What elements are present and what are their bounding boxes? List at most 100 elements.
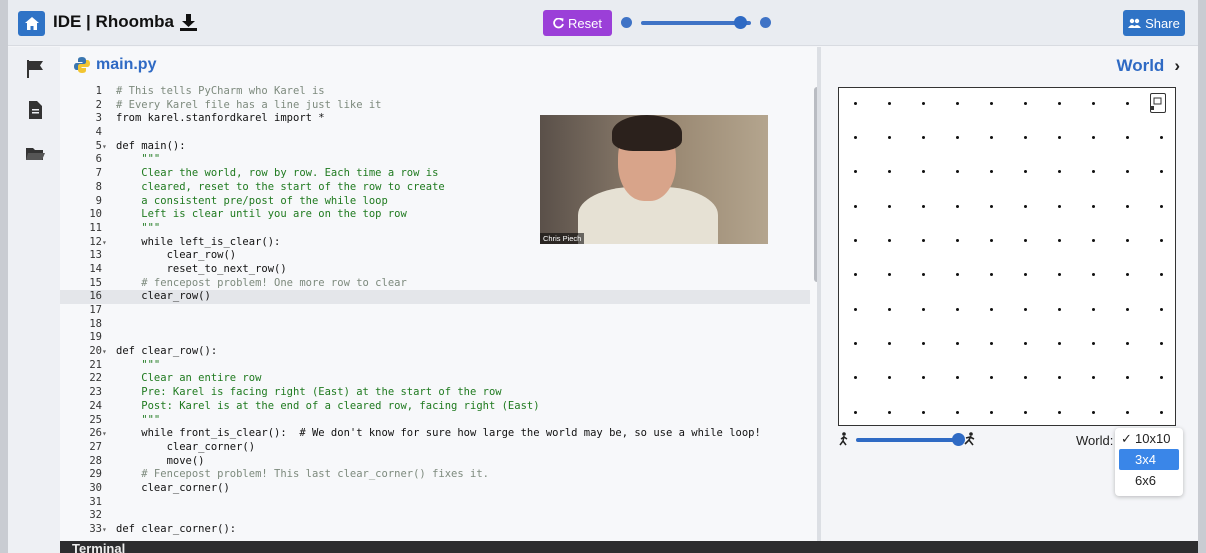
grid-corner-dot	[1159, 307, 1163, 311]
grid-corner-dot	[921, 238, 925, 242]
line-number: 17	[89, 304, 102, 316]
code-line[interactable]: 1 # This tells PyCharm who Karel is	[60, 85, 810, 99]
grid-corner-dot	[989, 170, 993, 174]
world-title: World	[1116, 56, 1165, 75]
code-line[interactable]: 2 # Every Karel file has a line just like…	[60, 99, 810, 113]
code-line[interactable]: 26▾ while front_is_clear(): # We don't k…	[60, 427, 810, 441]
code-line[interactable]: 31	[60, 496, 810, 510]
code-text: clear_corner()	[116, 440, 256, 453]
line-number: 5	[95, 139, 102, 152]
code-line[interactable]: 22 Clear an entire row	[60, 372, 810, 386]
grid-corner-dot	[887, 135, 891, 139]
code-text: """	[116, 153, 161, 166]
grid-corner-dot	[853, 410, 857, 414]
code-line[interactable]: 21 """	[60, 359, 810, 373]
code-line[interactable]: 32	[60, 509, 810, 523]
code-line[interactable]: 13 clear_row()	[60, 249, 810, 263]
grid-corner-dot	[955, 101, 959, 105]
grid-corner-dot	[853, 204, 857, 208]
code-line[interactable]: 28 move()	[60, 455, 810, 469]
grid-corner-dot	[1057, 341, 1061, 345]
world-option[interactable]: 6x6	[1115, 470, 1183, 491]
grid-corner-dot	[989, 273, 993, 277]
file-tab[interactable]: main.py	[74, 56, 156, 74]
line-number: 21	[89, 358, 102, 371]
world-size-dropdown[interactable]: ✓ 10x10 3x4 6x6	[1115, 428, 1183, 496]
fold-arrow-icon[interactable]: ▾	[102, 236, 116, 250]
line-number: 24	[89, 399, 102, 412]
code-line[interactable]: 30 clear_corner()	[60, 482, 810, 496]
grid-corner-dot	[887, 410, 891, 414]
file-icon[interactable]	[25, 100, 45, 120]
grid-corner-dot	[989, 101, 993, 105]
reset-label: Reset	[568, 15, 602, 31]
chevron-right-icon[interactable]: ›	[1174, 56, 1180, 76]
terminal-bar[interactable]: Terminal	[60, 541, 1198, 553]
code-line[interactable]: 18	[60, 318, 810, 332]
fold-arrow-icon[interactable]: ▾	[102, 345, 116, 359]
fold-arrow-icon[interactable]: ▾	[102, 427, 116, 441]
line-number: 19	[89, 331, 102, 344]
grid-corner-dot	[921, 204, 925, 208]
code-line[interactable]: 14 reset_to_next_row()	[60, 263, 810, 277]
grid-corner-dot	[921, 376, 925, 380]
line-number: 7	[95, 167, 102, 180]
grid-corner-dot	[853, 238, 857, 242]
grid-corner-dot	[1159, 170, 1163, 174]
reset-button[interactable]: Reset	[543, 10, 612, 36]
line-number: 3	[95, 112, 102, 125]
world-option-label: 3x4	[1135, 452, 1156, 467]
speed-thumb[interactable]	[734, 16, 747, 29]
code-line[interactable]: 29 # Fencepost problem! This last clear_…	[60, 468, 810, 482]
grid-corner-dot	[921, 135, 925, 139]
grid-corner-dot	[1159, 341, 1163, 345]
grid-corner-dot	[1057, 410, 1061, 414]
code-line[interactable]: 25 """	[60, 414, 810, 428]
code-line[interactable]: 16 clear_row()	[60, 290, 810, 304]
code-line[interactable]: 23 Pre: Karel is facing right (East) at …	[60, 386, 810, 400]
grid-corner-dot	[921, 307, 925, 311]
code-text: Left is clear until you are on the top r…	[116, 208, 407, 221]
code-line[interactable]: 33▾ def clear_corner():	[60, 523, 810, 537]
world-option[interactable]: ✓ 10x10	[1115, 428, 1183, 449]
code-line[interactable]: 24 Post: Karel is at the end of a cleare…	[60, 400, 810, 414]
code-text: a consistent pre/post of the while loop	[116, 194, 388, 207]
line-number: 18	[89, 317, 102, 330]
grid-corner-dot	[989, 341, 993, 345]
grid-corner-dot	[1091, 273, 1095, 277]
share-button[interactable]: Share	[1123, 10, 1185, 36]
download-icon[interactable]	[179, 13, 197, 31]
grid-corner-dot	[853, 135, 857, 139]
code-line[interactable]: 27 clear_corner()	[60, 441, 810, 455]
code-line[interactable]: 15 # fencepost problem! One more row to …	[60, 277, 810, 291]
code-line[interactable]: 20▾ def clear_row():	[60, 345, 810, 359]
code-text: Clear the world, row by row. Each time a…	[116, 167, 439, 180]
animation-track[interactable]	[856, 438, 958, 442]
grid-corner-dot	[1023, 238, 1027, 242]
grid-corner-dot	[1125, 307, 1129, 311]
grid-corner-dot	[989, 238, 993, 242]
grid-corner-dot	[1057, 307, 1061, 311]
line-number: 28	[89, 454, 102, 467]
line-number: 25	[89, 413, 102, 426]
flag-icon[interactable]	[25, 59, 45, 79]
grid-corner-dot	[955, 170, 959, 174]
folder-icon[interactable]	[25, 144, 45, 164]
grid-corner-dot	[1125, 204, 1129, 208]
grid-corner-dot	[921, 341, 925, 345]
code-text: def clear_corner():	[116, 523, 237, 535]
animation-slider[interactable]	[838, 432, 978, 448]
code-line[interactable]: 17	[60, 304, 810, 318]
world-header[interactable]: World ›	[1116, 56, 1180, 76]
speed-slider[interactable]	[621, 15, 771, 31]
world-panel: World › World: ✓ 10x10 3x4 6x6	[821, 47, 1198, 541]
code-line[interactable]: 19	[60, 331, 810, 345]
grid-corner-dot	[955, 204, 959, 208]
world-option[interactable]: 3x4	[1119, 449, 1179, 470]
grid-corner-dot	[1125, 135, 1129, 139]
grid-corner-dot	[989, 410, 993, 414]
fold-arrow-icon[interactable]: ▾	[102, 140, 116, 154]
home-button[interactable]	[18, 11, 45, 36]
grid-corner-dot	[1091, 376, 1095, 380]
fold-arrow-icon[interactable]: ▾	[102, 523, 116, 537]
